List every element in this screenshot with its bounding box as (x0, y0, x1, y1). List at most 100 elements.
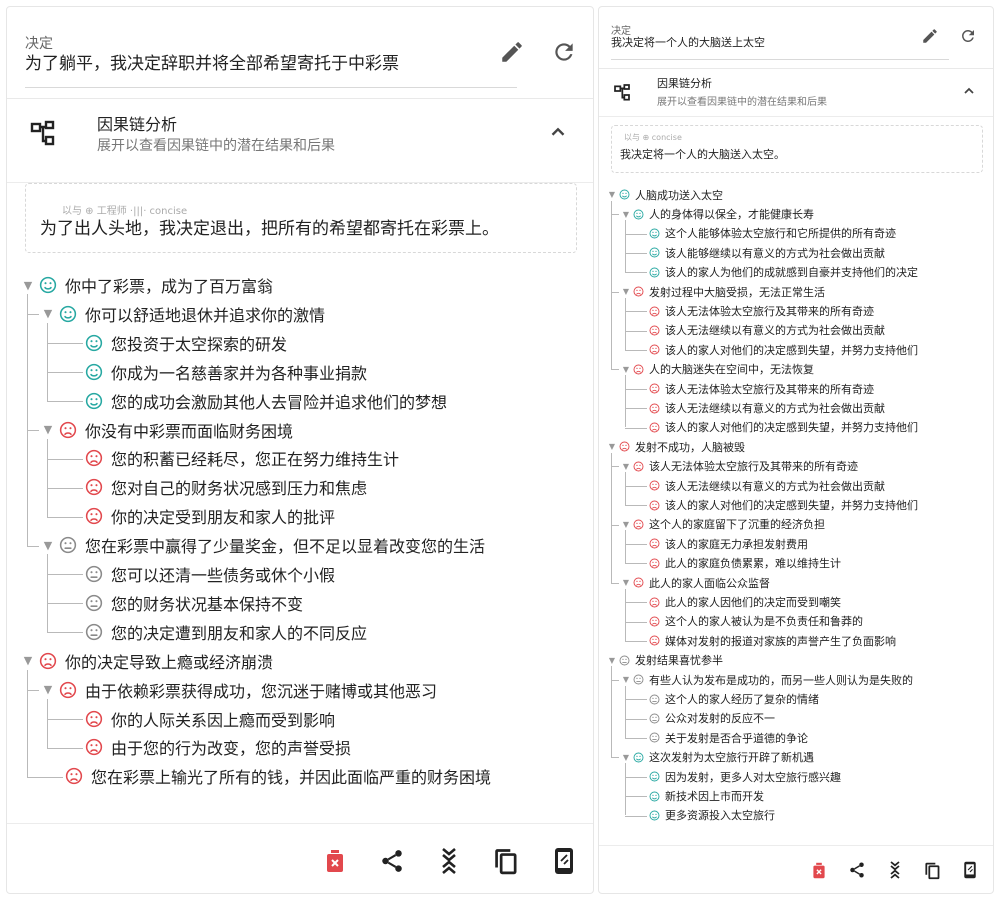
tree-node: 该人的家人对他们的决定感到失望，并努力支持他们 (649, 418, 918, 437)
tree-node: 你的决定受到朋友和家人的批评 (85, 502, 335, 530)
caret-down-icon[interactable]: ▼ (621, 365, 631, 374)
caret-down-icon[interactable]: ▼ (41, 683, 55, 696)
caret-down-icon[interactable]: ▼ (621, 210, 631, 219)
expand-collapse-icon[interactable] (888, 860, 902, 880)
caret-down-icon[interactable]: ▼ (607, 190, 617, 199)
pencil-icon[interactable] (499, 39, 525, 65)
tree-node: 您投资于太空探索的研发 (85, 329, 287, 357)
pencil-icon[interactable] (921, 27, 939, 45)
tree-node[interactable]: ▼ 有些人认为发布是成功的，而另一些人则认为是失败的 (621, 670, 913, 689)
tree-connector (47, 747, 83, 749)
tree-node[interactable]: ▼ 由于依赖彩票获得成功，您沉迷于赌博或其他恶习 (41, 676, 437, 704)
tree-node[interactable]: ▼ 您在彩票中赢得了少量奖金，但不足以显着改变您的生活 (41, 531, 485, 559)
tree-node-label: 发射过程中大脑受损，无法正常生活 (649, 285, 825, 299)
trash-icon[interactable] (812, 862, 826, 879)
prompt-box: 以与 ⊕ concise 我决定将一个人的大脑送入太空。 (611, 125, 983, 173)
tree-node[interactable]: ▼ 你中了彩票，成为了百万富翁 (21, 271, 273, 299)
tree-connector (625, 699, 647, 701)
tree-node[interactable]: ▼ 此人的家人面临公众监督 (621, 573, 770, 592)
share-icon[interactable] (848, 861, 866, 879)
tree-node-label: 媒体对发射的报道对家族的声誉产生了负面影响 (665, 634, 896, 648)
tree-node-label: 由于依赖彩票获得成功，您沉迷于赌博或其他恶习 (85, 681, 438, 701)
tree-node-label: 该人无法体验太空旅行及其带来的所有奇迹 (649, 460, 858, 474)
tree-node: 该人的家人为他们的成就感到自豪并支持他们的决定 (649, 263, 918, 282)
caret-down-icon[interactable]: ▼ (41, 539, 55, 552)
tree-connector (27, 669, 28, 777)
tree-connector (47, 343, 83, 345)
tree-node: 关于发射是否合乎道德的争论 (649, 728, 808, 747)
caret-down-icon[interactable]: ▼ (621, 520, 631, 529)
caret-down-icon[interactable]: ▼ (607, 656, 617, 665)
toolbar (7, 823, 593, 893)
copy-icon[interactable] (493, 847, 519, 875)
positive-face-icon (649, 791, 660, 802)
phone-icon[interactable] (553, 847, 575, 875)
caret-down-icon[interactable]: ▼ (621, 462, 631, 471)
caret-down-icon[interactable]: ▼ (41, 307, 55, 320)
tree-connector (625, 588, 626, 641)
negative-face-icon (649, 635, 660, 646)
tree-node-label: 你的人际关系因上瘾而受到影响 (111, 710, 336, 730)
tree-connector (625, 472, 626, 506)
tree-node[interactable]: ▼ 人脑成功送入太空 (607, 185, 723, 204)
positive-face-icon (85, 363, 103, 381)
tree-connector (625, 427, 647, 429)
caret-down-icon[interactable]: ▼ (621, 287, 631, 296)
tree-connector (625, 388, 647, 390)
copy-icon[interactable] (924, 861, 941, 880)
chevron-up-icon[interactable] (547, 121, 569, 147)
tree-connector (47, 516, 83, 518)
tree-connector (625, 252, 647, 254)
decision-text[interactable]: 为了躺平，我决定辞职并将全部希望寄托于中彩票 (25, 49, 399, 74)
share-icon[interactable] (379, 848, 405, 874)
negative-face-icon (619, 441, 630, 452)
causal-chain-header[interactable]: 因果链分析 展开以查看因果链中的潜在结果和后果 (7, 99, 593, 183)
decision-text[interactable]: 我决定将一个人的大脑送上太空 (611, 34, 765, 50)
tree-node[interactable]: ▼ 发射不成功，人脑被毁 (607, 437, 745, 456)
tree-node: 该人的家人对他们的决定感到失望，并努力支持他们 (649, 495, 918, 514)
caret-down-icon[interactable]: ▼ (41, 423, 55, 436)
chevron-up-icon[interactable] (961, 83, 977, 103)
caret-down-icon[interactable]: ▼ (607, 442, 617, 451)
tree-node[interactable]: ▼ 发射结果喜忧参半 (607, 651, 723, 670)
tree-connector (625, 530, 626, 564)
negative-face-icon (85, 710, 103, 728)
tree-node[interactable]: ▼ 你可以舒适地退休并追求你的激情 (41, 300, 325, 328)
decision-header: 决定 我决定将一个人的大脑送上太空 (599, 7, 993, 69)
causal-chain-header[interactable]: 因果链分析 展开以查看因果链中的潜在结果和后果 (599, 69, 993, 117)
tree-node[interactable]: ▼ 人的大脑迷失在空间中，无法恢复 (621, 360, 814, 379)
caret-down-icon[interactable]: ▼ (621, 578, 631, 587)
tree-node[interactable]: ▼ 这个人的家庭留下了沉重的经济负担 (621, 515, 825, 534)
prompt-text: 我决定将一个人的大脑送入太空。 (620, 148, 785, 161)
tree-node[interactable]: ▼ 该人无法体验太空旅行及其带来的所有奇迹 (621, 457, 858, 476)
phone-icon[interactable] (963, 861, 977, 879)
neutral-face-icon (85, 623, 103, 641)
positive-face-icon (649, 247, 660, 258)
tree-node[interactable]: ▼ 这次发射为太空旅行开辟了新机遇 (621, 748, 814, 767)
tree-node-label: 发射结果喜忧参半 (635, 654, 723, 668)
trash-icon[interactable] (325, 849, 345, 873)
tree-node-label: 这次发射为太空旅行开辟了新机遇 (649, 751, 814, 765)
caret-down-icon[interactable]: ▼ (621, 675, 631, 684)
tree-connector (625, 776, 647, 778)
tree-node: 您对自己的财务状况感到压力和焦虑 (85, 473, 367, 501)
caret-down-icon[interactable]: ▼ (21, 654, 35, 667)
refresh-icon[interactable] (551, 39, 577, 65)
refresh-icon[interactable] (959, 27, 977, 45)
tree-node[interactable]: ▼ 发射过程中大脑受损，无法正常生活 (621, 282, 825, 301)
negative-face-icon (649, 597, 660, 608)
tree-node: 公众对发射的反应不一 (649, 709, 775, 728)
tree-connector (625, 408, 647, 410)
tree-node[interactable]: ▼ 人的身体得以保全，才能健康长寿 (621, 204, 814, 223)
negative-face-icon (649, 325, 660, 336)
tree-node-label: 这个人的家庭留下了沉重的经济负担 (649, 518, 825, 532)
expand-collapse-icon[interactable] (439, 846, 459, 876)
tree-node-label: 您在彩票中赢得了少量奖金，但不足以显着改变您的生活 (85, 537, 486, 557)
tree-node-label: 该人的家人对他们的决定感到失望，并努力支持他们 (665, 499, 918, 513)
tree-connector (47, 698, 48, 748)
caret-down-icon[interactable]: ▼ (621, 753, 631, 762)
tree-node-label: 这个人能够体验太空旅行和它所提供的所有奇迹 (665, 227, 896, 241)
caret-down-icon[interactable]: ▼ (21, 279, 35, 292)
tree-node[interactable]: ▼ 你的决定导致上瘾或经济崩溃 (21, 647, 273, 675)
tree-node[interactable]: ▼ 你没有中彩票而面临财务困境 (41, 416, 293, 444)
